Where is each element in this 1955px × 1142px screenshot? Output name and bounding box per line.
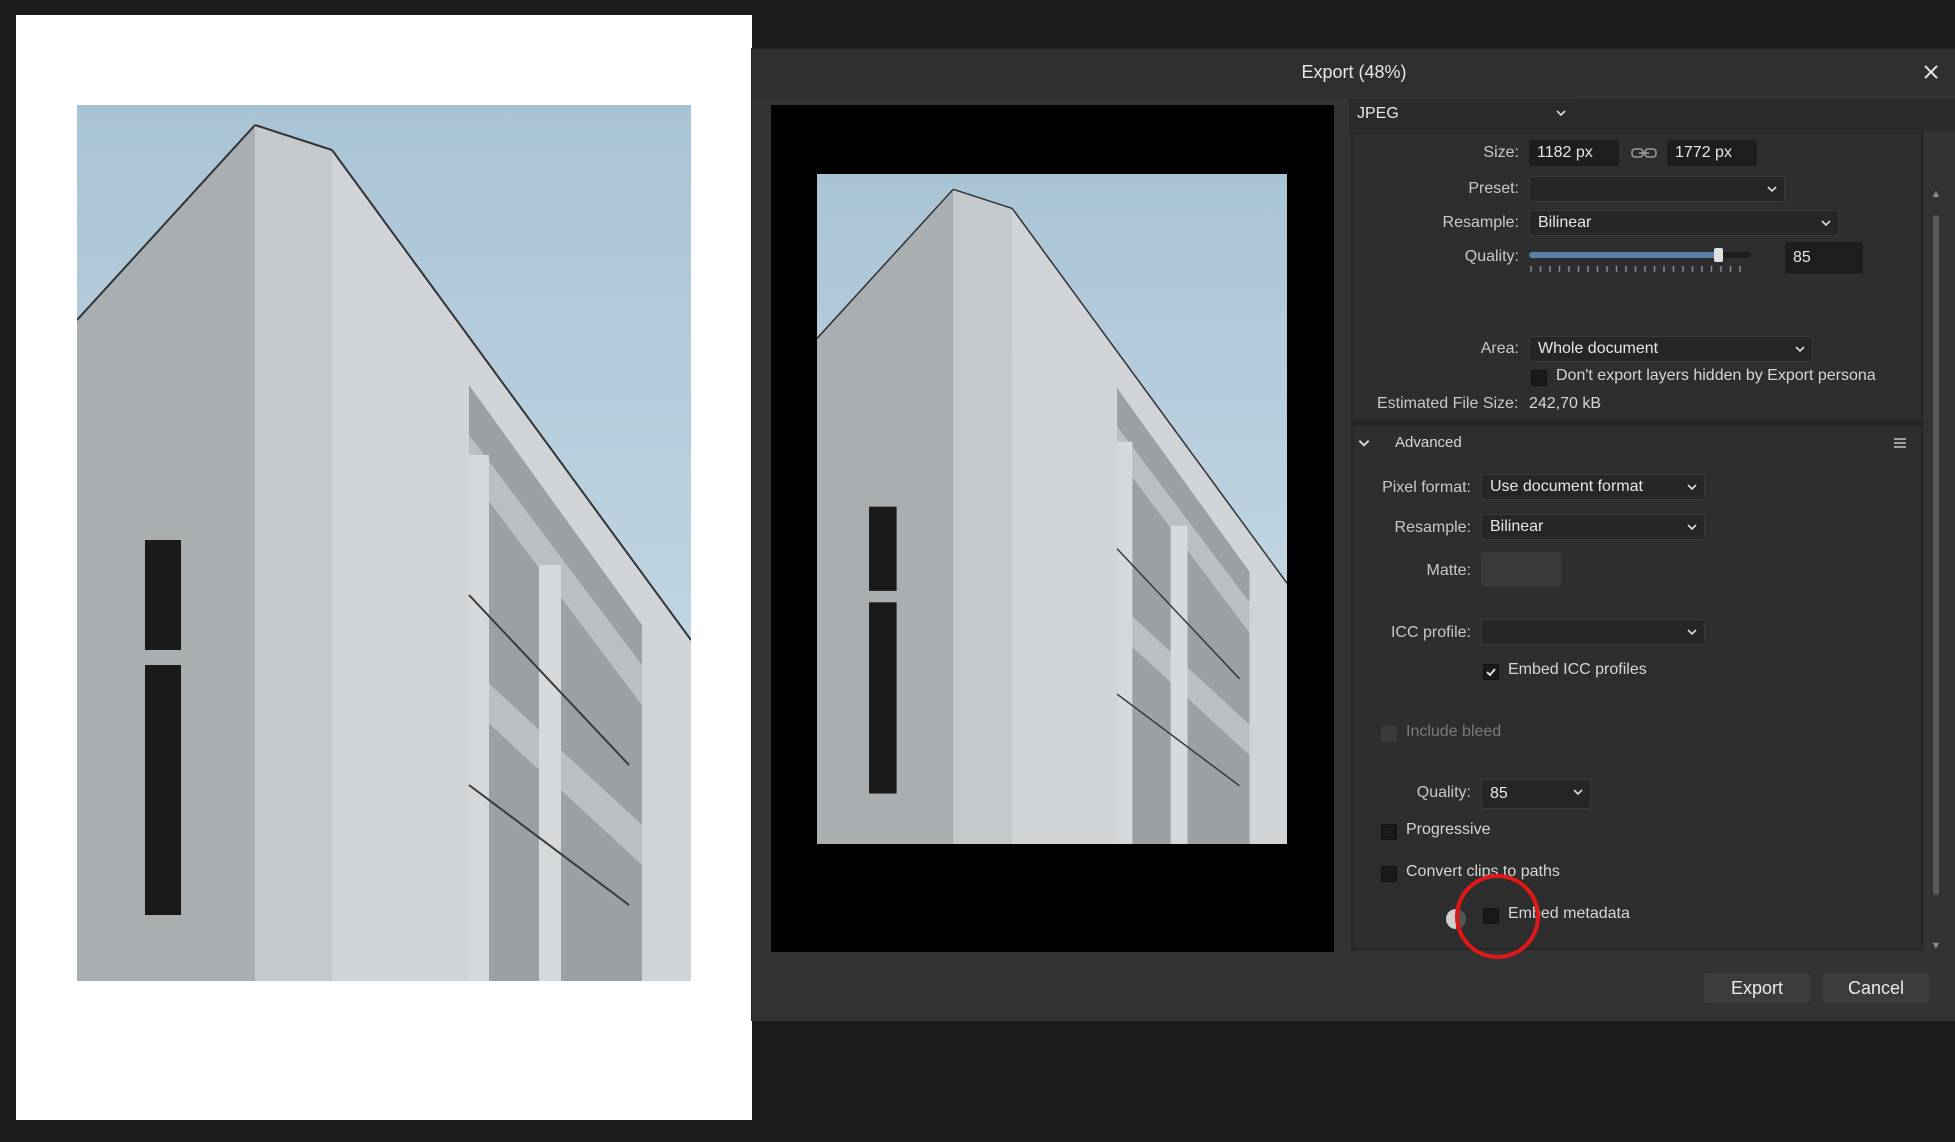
adv-quality-dropdown[interactable]: 85 xyxy=(1481,779,1591,809)
estimated-size-label: Estimated File Size: xyxy=(1377,395,1519,412)
pixel-format-dropdown[interactable]: Use document format xyxy=(1481,474,1705,500)
advanced-title: Advanced xyxy=(1395,434,1462,451)
settings-scrollbar[interactable]: ▲ ▼ xyxy=(1928,137,1944,953)
scroll-down-arrow-icon[interactable]: ▼ xyxy=(1928,939,1944,953)
hidden-layers-checkbox[interactable] xyxy=(1531,370,1547,386)
hidden-layers-label: Don't export layers hidden by Export per… xyxy=(1556,367,1876,384)
progressive-label: Progressive xyxy=(1406,821,1491,838)
chevron-down-icon xyxy=(1687,484,1697,491)
estimated-size-value: 242,70 kB xyxy=(1529,395,1602,412)
hamburger-menu-icon[interactable] xyxy=(1893,436,1907,450)
settings-panel: Size: 1182 px 1772 px Preset: Resample: … xyxy=(1351,132,1923,950)
adv-quality-label: Quality: xyxy=(1416,784,1471,801)
include-bleed-checkbox[interactable] xyxy=(1381,726,1397,742)
area-label: Area: xyxy=(1480,340,1519,357)
resample-value: Bilinear xyxy=(1538,214,1592,231)
chevron-down-icon xyxy=(1767,186,1777,193)
area-value: Whole document xyxy=(1538,340,1659,357)
format-value: JPEG xyxy=(1357,105,1399,122)
close-icon xyxy=(1924,65,1938,79)
quality-label: Quality: xyxy=(1464,248,1519,265)
icc-profile-dropdown[interactable] xyxy=(1481,619,1705,645)
preview-photo-image xyxy=(817,174,1287,844)
document-canvas xyxy=(16,15,752,1120)
chevron-down-icon xyxy=(1573,789,1583,796)
building-photo-image xyxy=(77,105,691,981)
matte-label: Matte: xyxy=(1426,562,1471,579)
dialog-title: Export (48%) xyxy=(1301,62,1407,82)
embed-metadata-checkbox[interactable] xyxy=(1483,908,1499,924)
height-field[interactable]: 1772 px xyxy=(1667,140,1757,166)
scroll-thumb[interactable] xyxy=(1933,215,1939,895)
adv-quality-value: 85 xyxy=(1490,785,1508,802)
chevron-down-icon xyxy=(1687,524,1697,531)
chevron-down-icon xyxy=(1795,346,1805,353)
link-icon[interactable] xyxy=(1631,146,1657,160)
close-button[interactable] xyxy=(1916,57,1946,87)
preset-dropdown[interactable] xyxy=(1529,176,1785,202)
preset-label: Preset: xyxy=(1468,180,1519,197)
quality-slider-thumb[interactable] xyxy=(1713,248,1723,262)
format-dropdown[interactable]: JPEG xyxy=(1349,101,1573,127)
chevron-down-icon xyxy=(1556,110,1566,117)
export-dialog: Export (48%) JPEG Size: 1182 px 1772 px … xyxy=(751,48,1955,1021)
advanced-section-header[interactable]: Advanced xyxy=(1353,420,1921,464)
format-bar: JPEG xyxy=(1349,99,1955,131)
progressive-checkbox[interactable] xyxy=(1381,824,1397,840)
dialog-titlebar: Export (48%) xyxy=(752,49,1955,97)
scroll-up-arrow-icon[interactable]: ▲ xyxy=(1928,187,1944,201)
chevron-down-icon xyxy=(1358,440,1370,447)
embed-icc-checkbox[interactable] xyxy=(1483,664,1499,680)
resample-label: Resample: xyxy=(1442,214,1519,231)
size-label: Size: xyxy=(1483,144,1519,161)
area-dropdown[interactable]: Whole document xyxy=(1529,336,1813,362)
adv-resample-label: Resample: xyxy=(1394,519,1471,536)
cancel-button[interactable]: Cancel xyxy=(1823,973,1929,1003)
resample-dropdown[interactable]: Bilinear xyxy=(1529,210,1839,236)
export-button[interactable]: Export xyxy=(1704,973,1810,1003)
include-bleed-label: Include bleed xyxy=(1406,723,1502,740)
convert-clips-checkbox[interactable] xyxy=(1381,866,1397,882)
quality-slider-ticks xyxy=(1530,266,1741,272)
convert-clips-label: Convert clips to paths xyxy=(1406,863,1560,880)
adv-resample-value: Bilinear xyxy=(1490,518,1544,535)
half-circle-icon xyxy=(1446,909,1466,929)
pixel-format-value: Use document format xyxy=(1490,478,1643,495)
chevron-down-icon xyxy=(1821,220,1831,227)
pixel-format-label: Pixel format: xyxy=(1382,479,1471,496)
chevron-down-icon xyxy=(1687,629,1697,636)
matte-swatch[interactable] xyxy=(1481,552,1561,586)
icc-profile-label: ICC profile: xyxy=(1390,624,1471,641)
export-preview xyxy=(771,105,1334,952)
embed-icc-label: Embed ICC profiles xyxy=(1508,661,1647,678)
quality-field[interactable]: 85 xyxy=(1785,242,1863,274)
width-field[interactable]: 1182 px xyxy=(1529,140,1619,166)
building-photo xyxy=(77,105,691,981)
checkmark-icon xyxy=(1486,668,1496,677)
adv-resample-dropdown[interactable]: Bilinear xyxy=(1481,514,1705,540)
embed-metadata-label: Embed metadata xyxy=(1508,905,1630,922)
quality-slider-fill xyxy=(1529,252,1718,258)
preview-photo xyxy=(817,174,1287,844)
